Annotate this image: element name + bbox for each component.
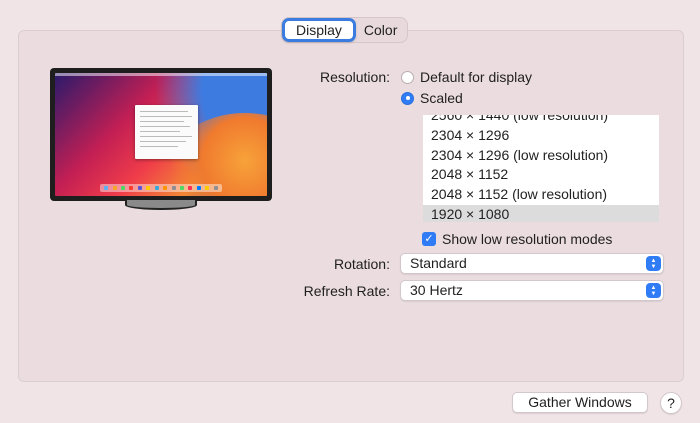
tab-display[interactable]: Display <box>282 18 356 42</box>
resolution-list[interactable]: 2560 × 1440 (low resolution) 2304 × 1296… <box>423 115 659 222</box>
refresh-rate-select[interactable]: 30 Hertz ▲ ▼ <box>400 280 664 301</box>
checkbox-label: Show low resolution modes <box>442 231 613 247</box>
resolution-option[interactable]: 2560 × 1440 (low resolution) <box>423 115 659 126</box>
resolution-option[interactable]: 2304 × 1296 (low resolution) <box>423 146 659 166</box>
select-stepper-icon: ▲ ▼ <box>646 256 661 271</box>
preview-window <box>135 105 198 159</box>
radio-label: Scaled <box>420 90 463 106</box>
radio-button[interactable] <box>401 91 414 105</box>
rotation-label: Rotation: <box>333 256 390 272</box>
tab-bar: Display Color <box>282 18 408 42</box>
show-low-res-modes[interactable]: ✓ Show low resolution modes <box>422 231 612 247</box>
resolution-option[interactable]: 2048 × 1152 (low resolution) <box>423 185 659 205</box>
monitor-stand <box>125 200 197 210</box>
resolution-label: Resolution: <box>319 69 390 85</box>
radio-scaled[interactable]: Scaled <box>401 90 463 106</box>
display-preview <box>50 68 272 201</box>
gather-windows-button[interactable]: Gather Windows <box>512 392 648 413</box>
help-button[interactable]: ? <box>660 392 682 414</box>
radio-default-for-display[interactable]: Default for display <box>401 69 532 85</box>
radio-button[interactable] <box>401 70 414 84</box>
resolution-option[interactable]: 2304 × 1296 <box>423 126 659 146</box>
tab-color[interactable]: Color <box>356 18 407 42</box>
radio-label: Default for display <box>420 69 533 85</box>
resolution-option[interactable]: 2048 × 1152 <box>423 165 659 185</box>
select-stepper-icon: ▲ ▼ <box>646 283 661 298</box>
resolution-option-selected[interactable]: 1920 × 1080 <box>423 204 659 222</box>
rotation-select[interactable]: Standard ▲ ▼ <box>400 253 664 274</box>
refresh-rate-value: 30 Hertz <box>410 282 463 298</box>
refresh-rate-label: Refresh Rate: <box>303 283 390 299</box>
desktop-wallpaper-preview <box>55 73 267 196</box>
rotation-value: Standard <box>410 255 467 271</box>
checkbox-checked[interactable]: ✓ <box>422 232 436 246</box>
preview-dock <box>100 184 222 192</box>
